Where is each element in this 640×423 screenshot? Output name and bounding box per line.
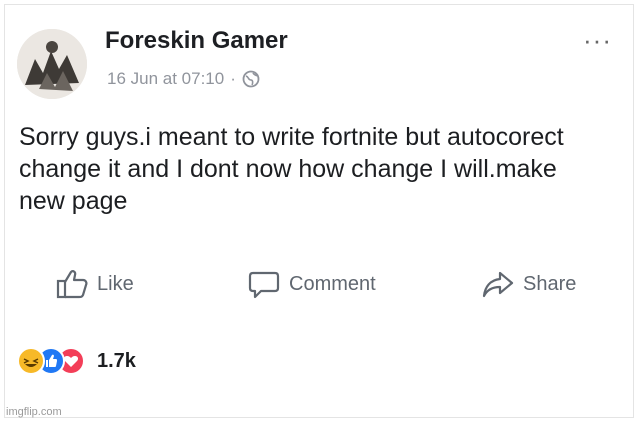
share-button[interactable]: Share [481,267,576,301]
avatar[interactable] [17,29,87,99]
comment-button[interactable]: Comment [247,267,376,301]
thumbs-up-icon [56,270,88,299]
author-name[interactable]: Foreskin Gamer [105,27,288,55]
action-bar: Like Comment Share [5,267,635,307]
comment-label: Comment [289,272,376,295]
like-label: Like [97,272,134,295]
post-text: Sorry guys.i meant to write fortnite but… [19,123,564,215]
like-button[interactable]: Like [55,267,134,301]
avatar-image [17,29,87,99]
more-options-icon[interactable]: ··· [583,25,612,56]
watermark: imgflip.com [6,406,62,418]
reaction-count[interactable]: 1.7k [97,350,136,373]
post-timestamp[interactable]: 16 Jun at 07:10 [107,69,224,89]
share-label: Share [523,272,577,295]
haha-icon [17,347,45,375]
comment-icon [248,271,280,299]
globe-icon [242,70,260,88]
post-meta: 16 Jun at 07:10 · [107,69,260,89]
reactions-summary[interactable]: 1.7k [17,347,136,375]
share-icon [482,271,514,298]
post-card: Foreskin Gamer 16 Jun at 07:10 · ··· Sor… [4,4,634,418]
meta-separator: · [230,69,236,88]
